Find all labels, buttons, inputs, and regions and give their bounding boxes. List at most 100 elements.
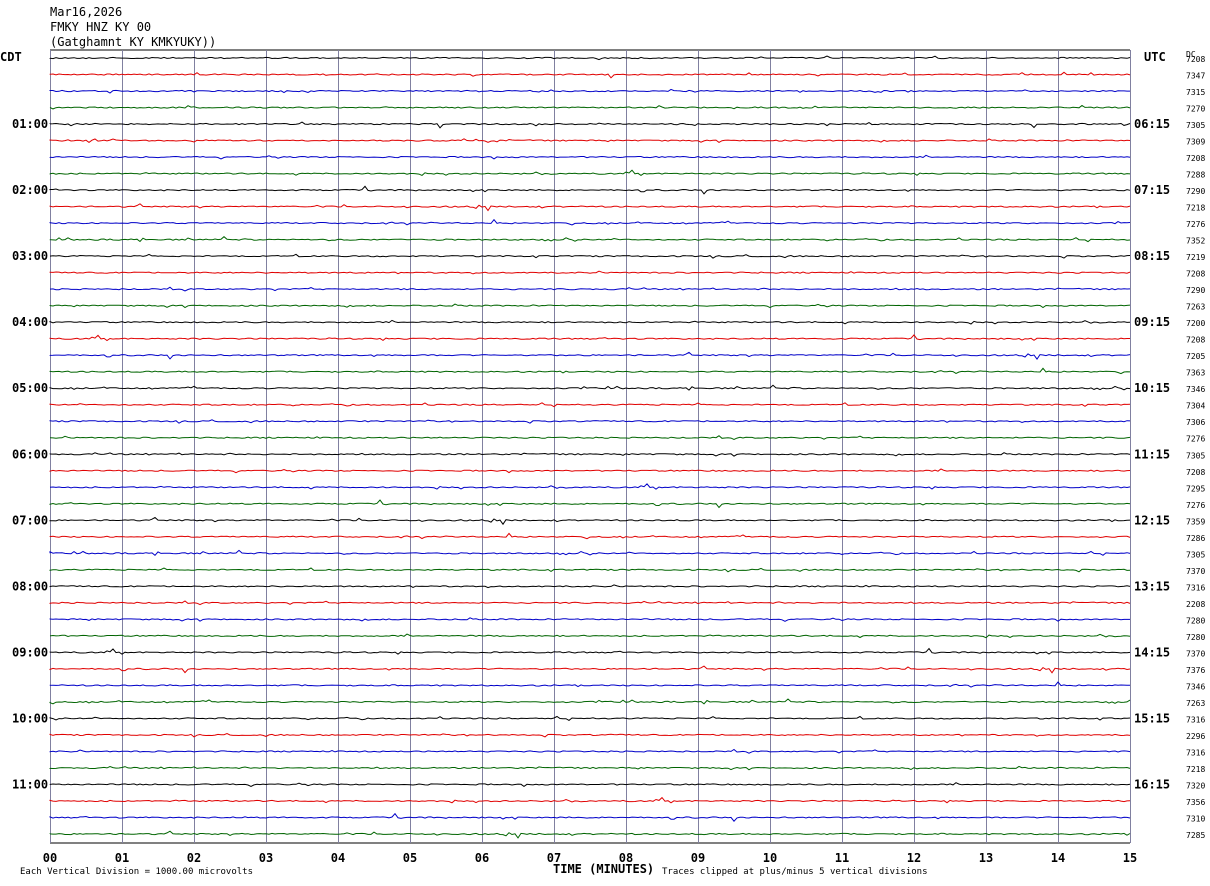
dc-value-label: 7305	[1186, 550, 1205, 559]
dc-value-label: 7309	[1186, 138, 1205, 147]
dc-value-label: 7276	[1186, 220, 1205, 229]
seismic-trace	[49, 55, 1131, 61]
seismic-trace	[49, 748, 1131, 754]
seismic-trace	[49, 532, 1131, 540]
seismic-trace	[49, 452, 1131, 457]
right-hour-label: 15:15	[1134, 711, 1170, 725]
right-hour-label: 08:15	[1134, 249, 1170, 263]
left-timezone-label: CDT	[0, 50, 22, 64]
seismic-trace	[49, 88, 1130, 94]
seismic-trace	[49, 633, 1131, 639]
seismic-trace	[49, 665, 1131, 674]
left-hour-label: 06:00	[12, 447, 48, 461]
right-hour-label: 11:15	[1134, 447, 1170, 461]
seismic-trace	[49, 203, 1131, 212]
seismic-trace	[49, 584, 1131, 589]
dc-value-label: 7263	[1186, 699, 1205, 708]
seismic-trace	[49, 617, 1130, 622]
seismic-trace	[49, 715, 1131, 722]
seismic-trace	[49, 567, 1131, 573]
dc-value-label: 7320	[1186, 781, 1205, 790]
seismic-trace	[49, 419, 1131, 424]
x-tick-label: 00	[43, 851, 57, 865]
x-tick-label: 03	[259, 851, 273, 865]
left-hour-label: 04:00	[12, 315, 48, 329]
seismic-trace	[49, 319, 1131, 325]
seismic-trace	[49, 483, 1131, 490]
seismic-trace	[49, 270, 1131, 275]
right-hour-label: 07:15	[1134, 183, 1170, 197]
date-label: Mar16,2026	[50, 5, 123, 19]
seismic-trace	[49, 71, 1131, 79]
dc-value-label: 7363	[1186, 369, 1205, 378]
dc-value-label: 7352	[1186, 237, 1205, 246]
dc-value-label: 7219	[1186, 253, 1205, 262]
dc-value-label: 7346	[1186, 385, 1205, 394]
x-tick-label: 13	[979, 851, 993, 865]
seismic-trace	[49, 367, 1131, 375]
dc-value-label: 7218	[1186, 765, 1205, 774]
left-hour-label: 11:00	[12, 777, 48, 791]
seismic-trace	[49, 647, 1131, 655]
seismic-trace	[49, 351, 1131, 360]
dc-value-label: 7288	[1186, 171, 1205, 180]
right-hour-label: 14:15	[1134, 645, 1170, 659]
dc-value-label: 7347	[1186, 72, 1205, 81]
seismic-trace	[49, 681, 1131, 688]
dc-value-label: 7208	[1186, 270, 1205, 279]
seismic-trace	[49, 236, 1131, 243]
x-tick-label: 02	[187, 851, 201, 865]
x-tick-label: 09	[691, 851, 705, 865]
seismic-trace	[49, 185, 1131, 195]
right-hour-label: 13:15	[1134, 579, 1170, 593]
left-hour-label: 02:00	[12, 183, 48, 197]
dc-value-label: 7218	[1186, 204, 1205, 213]
seismic-trace	[49, 812, 1131, 822]
seismic-trace	[49, 286, 1131, 292]
seismic-trace	[49, 435, 1131, 441]
seismic-trace	[49, 154, 1131, 160]
seismic-trace	[49, 782, 1131, 788]
left-hour-label: 07:00	[12, 513, 48, 527]
station-label: FMKY HNZ KY 00	[50, 20, 152, 34]
dc-value-label: 7270	[1186, 105, 1205, 114]
seismic-trace	[49, 549, 1131, 556]
dc-value-label: 7315	[1186, 88, 1205, 97]
x-tick-label: 14	[1051, 851, 1065, 865]
seismic-trace	[49, 334, 1130, 342]
seismic-trace	[49, 600, 1131, 606]
x-tick-label: 11	[835, 851, 849, 865]
x-tick-label: 04	[331, 851, 345, 865]
seismic-trace	[49, 830, 1131, 839]
location-label: (Gatghamnt KY KMKYUKY))	[50, 35, 217, 49]
x-tick-label: 12	[907, 851, 921, 865]
dc-value-label: 7305	[1186, 451, 1205, 460]
right-hour-label: 16:15	[1134, 777, 1170, 791]
footer-clip-note: Traces clipped at plus/minus 5 vertical …	[662, 867, 928, 877]
dc-value-label: 7290	[1186, 187, 1205, 196]
dc-value-label: 7208	[1186, 336, 1205, 345]
left-hour-label: 10:00	[12, 711, 48, 725]
footer-scale-note: Each Vertical Division = 1000.00 microvo…	[20, 867, 253, 877]
dc-value-label: 7290	[1186, 286, 1205, 295]
x-tick-label: 15	[1123, 851, 1137, 865]
x-axis-title: TIME (MINUTES)	[553, 862, 655, 876]
dc-value-label: 7280	[1186, 633, 1205, 642]
seismic-trace	[49, 765, 1131, 771]
seismic-trace	[49, 253, 1131, 259]
x-tick-label: 06	[475, 851, 489, 865]
seismic-trace	[49, 121, 1131, 129]
right-hour-label: 10:15	[1134, 381, 1170, 395]
seismic-trace	[49, 796, 1131, 804]
seismic-trace	[49, 218, 1131, 226]
left-hour-label: 03:00	[12, 249, 48, 263]
right-hour-label: 06:15	[1134, 117, 1170, 131]
dc-value-label: 7346	[1186, 682, 1205, 691]
dc-value-label: 7359	[1186, 517, 1205, 526]
dc-value-label: 7316	[1186, 715, 1205, 724]
dc-value-label: 7208	[1186, 468, 1205, 477]
helicorder-plot: 7208 7347 7315 7270 7305 7309 7208 7288 7290 7218…	[12, 49, 1205, 865]
seismic-trace	[49, 104, 1131, 110]
dc-value-label: 7310	[1186, 814, 1205, 823]
dc-value-label: 2296	[1186, 732, 1205, 741]
